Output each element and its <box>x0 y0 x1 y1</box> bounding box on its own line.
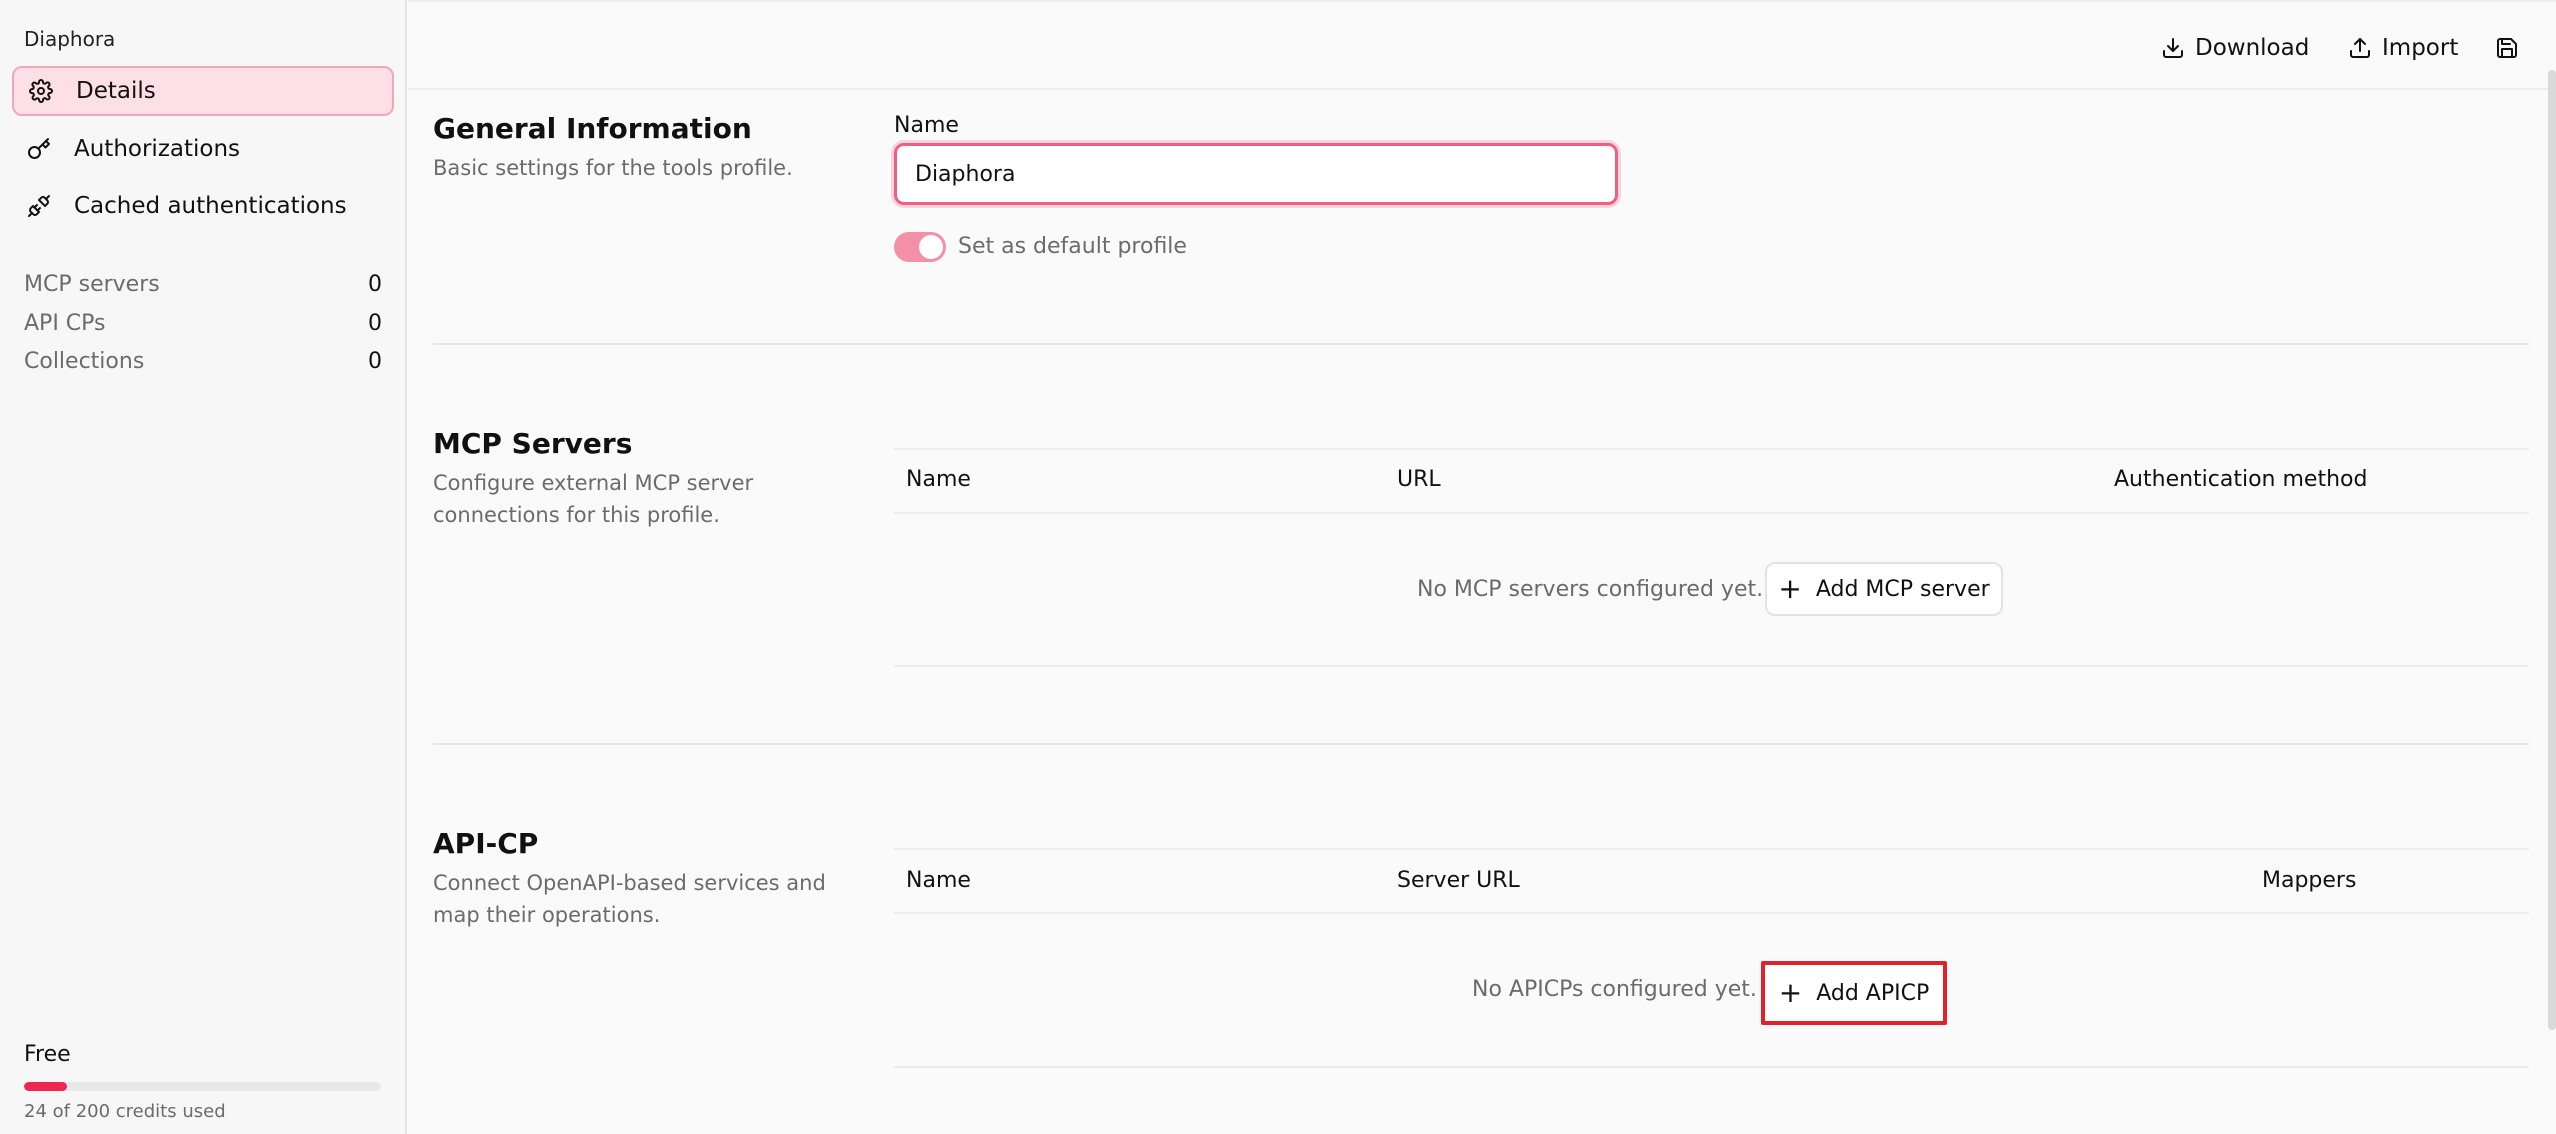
apicp-column-server-url: Server URL <box>1397 868 1520 893</box>
stat-label: API CPs <box>24 311 106 336</box>
credits-text: 24 of 200 credits used <box>24 1101 226 1122</box>
stat-label: Collections <box>24 349 145 374</box>
sidebar-item-details[interactable]: Details <box>12 66 394 116</box>
credits-progress-fill <box>24 1082 67 1091</box>
general-section-title: General Information <box>433 112 752 145</box>
sidebar-item-label: Authorizations <box>74 136 241 162</box>
default-profile-toggle[interactable] <box>894 232 946 262</box>
section-divider <box>433 343 2529 345</box>
download-icon <box>2163 38 2183 58</box>
sidebar-item-label: Details <box>76 78 156 104</box>
toggle-knob <box>919 235 943 259</box>
name-field-label: Name <box>894 113 959 138</box>
workspace-name: Diaphora <box>24 27 116 51</box>
table-border <box>894 448 2529 450</box>
sidebar-item-cached-authentications[interactable]: Cached authentications <box>12 181 394 231</box>
app-window: Diaphora Details Authorizations Cached a… <box>0 0 2556 1134</box>
stat-label: MCP servers <box>24 272 160 297</box>
plus-icon: + <box>1778 572 1802 605</box>
sidebar-item-label: Cached authentications <box>74 193 347 219</box>
mcp-column-url: URL <box>1397 467 1441 492</box>
sidebar-item-authorizations[interactable]: Authorizations <box>12 124 394 174</box>
add-mcp-server-label: Add MCP server <box>1815 576 1990 602</box>
apicp-section-description: Connect OpenAPI-based services and map t… <box>433 871 826 927</box>
table-border <box>894 848 2529 850</box>
apicp-section-title: API-CP <box>433 827 539 860</box>
toolbar: Download Import <box>409 0 2556 90</box>
apicp-empty-text: No APICPs configured yet. <box>1472 977 1757 1002</box>
stat-value: 0 <box>368 272 382 297</box>
plug-icon <box>26 193 52 219</box>
apicp-column-name: Name <box>906 868 971 893</box>
stat-api-cps: API CPs 0 <box>24 311 382 336</box>
save-button[interactable] <box>2495 30 2519 66</box>
mcp-empty-text: No MCP servers configured yet. <box>1417 577 1764 602</box>
mcp-section-description: Configure external MCP server connection… <box>433 471 754 527</box>
default-profile-label: Set as default profile <box>958 234 1187 259</box>
stat-collections: Collections 0 <box>24 349 382 374</box>
upload-icon <box>2350 38 2370 58</box>
plan-name: Free <box>24 1042 71 1067</box>
import-label: Import <box>2382 35 2459 61</box>
table-border <box>894 665 2529 667</box>
general-section-description: Basic settings for the tools profile. <box>433 156 793 180</box>
save-icon <box>2497 38 2517 58</box>
main-content: Download Import General Information Basi… <box>409 0 2556 1134</box>
add-mcp-server-button[interactable]: + Add MCP server <box>1765 562 2003 616</box>
table-border <box>894 512 2529 514</box>
table-border <box>894 1066 2529 1068</box>
add-apicp-label: Add APICP <box>1816 980 1930 1006</box>
scrollbar[interactable] <box>2548 70 2556 1030</box>
section-divider <box>433 743 2529 745</box>
mcp-section-title: MCP Servers <box>433 427 633 460</box>
stat-value: 0 <box>368 349 382 374</box>
apicp-column-mappers: Mappers <box>2262 868 2357 893</box>
table-border <box>894 912 2529 914</box>
plus-icon: + <box>1778 976 1803 1009</box>
gear-icon <box>28 78 54 104</box>
stat-value: 0 <box>368 311 382 336</box>
profile-name-input[interactable] <box>894 143 1618 205</box>
key-icon <box>26 136 52 162</box>
mcp-column-name: Name <box>906 467 971 492</box>
import-button[interactable]: Import <box>2348 30 2458 66</box>
stat-mcp-servers: MCP servers 0 <box>24 272 382 297</box>
sidebar: Diaphora Details Authorizations Cached a… <box>0 0 407 1134</box>
credits-progress-bar <box>24 1082 381 1091</box>
download-label: Download <box>2195 35 2310 61</box>
add-apicp-button[interactable]: + Add APICP <box>1761 961 1947 1025</box>
download-button[interactable]: Download <box>2161 30 2309 66</box>
mcp-column-auth-method: Authentication method <box>2114 467 2368 492</box>
